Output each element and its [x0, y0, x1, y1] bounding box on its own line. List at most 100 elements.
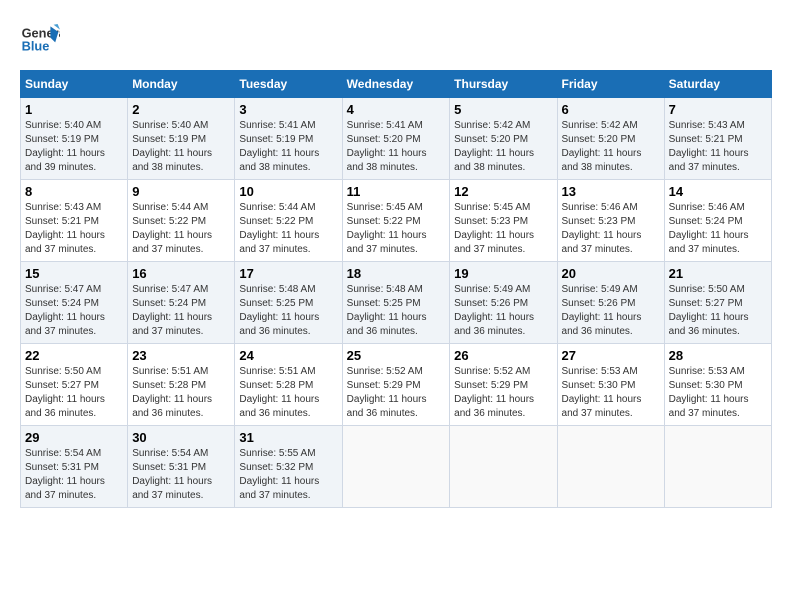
day-info: Sunrise: 5:43 AMSunset: 5:21 PMDaylight:… [25, 201, 123, 257]
day-info: Sunrise: 5:47 AMSunset: 5:24 PMDaylight:… [132, 283, 230, 339]
calendar-cell: 24 Sunrise: 5:51 AMSunset: 5:28 PMDaylig… [235, 344, 342, 426]
day-number: 30 [132, 430, 230, 445]
calendar-cell: 28 Sunrise: 5:53 AMSunset: 5:30 PMDaylig… [664, 344, 771, 426]
calendar-cell: 1 Sunrise: 5:40 AMSunset: 5:19 PMDayligh… [21, 98, 128, 180]
day-info: Sunrise: 5:43 AMSunset: 5:21 PMDaylight:… [669, 119, 767, 175]
day-number: 11 [347, 184, 446, 199]
calendar-cell: 30 Sunrise: 5:54 AMSunset: 5:31 PMDaylig… [128, 426, 235, 508]
day-number: 3 [239, 102, 337, 117]
calendar-cell: 26 Sunrise: 5:52 AMSunset: 5:29 PMDaylig… [450, 344, 557, 426]
weekday-header-wednesday: Wednesday [342, 71, 450, 98]
day-info: Sunrise: 5:42 AMSunset: 5:20 PMDaylight:… [562, 119, 660, 175]
day-info: Sunrise: 5:47 AMSunset: 5:24 PMDaylight:… [25, 283, 123, 339]
logo: General Blue [20, 20, 65, 60]
day-number: 29 [25, 430, 123, 445]
day-info: Sunrise: 5:55 AMSunset: 5:32 PMDaylight:… [239, 447, 337, 503]
calendar-cell: 19 Sunrise: 5:49 AMSunset: 5:26 PMDaylig… [450, 262, 557, 344]
calendar-cell: 29 Sunrise: 5:54 AMSunset: 5:31 PMDaylig… [21, 426, 128, 508]
day-number: 5 [454, 102, 552, 117]
calendar-table: SundayMondayTuesdayWednesdayThursdayFrid… [20, 70, 772, 508]
weekday-header-saturday: Saturday [664, 71, 771, 98]
day-info: Sunrise: 5:42 AMSunset: 5:20 PMDaylight:… [454, 119, 552, 175]
calendar-week-3: 15 Sunrise: 5:47 AMSunset: 5:24 PMDaylig… [21, 262, 772, 344]
day-number: 22 [25, 348, 123, 363]
calendar-cell: 23 Sunrise: 5:51 AMSunset: 5:28 PMDaylig… [128, 344, 235, 426]
day-info: Sunrise: 5:46 AMSunset: 5:24 PMDaylight:… [669, 201, 767, 257]
day-number: 4 [347, 102, 446, 117]
day-info: Sunrise: 5:48 AMSunset: 5:25 PMDaylight:… [239, 283, 337, 339]
calendar-cell: 17 Sunrise: 5:48 AMSunset: 5:25 PMDaylig… [235, 262, 342, 344]
calendar-cell: 12 Sunrise: 5:45 AMSunset: 5:23 PMDaylig… [450, 180, 557, 262]
calendar-cell: 27 Sunrise: 5:53 AMSunset: 5:30 PMDaylig… [557, 344, 664, 426]
calendar-cell: 25 Sunrise: 5:52 AMSunset: 5:29 PMDaylig… [342, 344, 450, 426]
calendar-cell [342, 426, 450, 508]
day-info: Sunrise: 5:54 AMSunset: 5:31 PMDaylight:… [132, 447, 230, 503]
day-number: 24 [239, 348, 337, 363]
day-info: Sunrise: 5:45 AMSunset: 5:22 PMDaylight:… [347, 201, 446, 257]
calendar-cell: 13 Sunrise: 5:46 AMSunset: 5:23 PMDaylig… [557, 180, 664, 262]
calendar-cell: 14 Sunrise: 5:46 AMSunset: 5:24 PMDaylig… [664, 180, 771, 262]
day-number: 9 [132, 184, 230, 199]
calendar-week-4: 22 Sunrise: 5:50 AMSunset: 5:27 PMDaylig… [21, 344, 772, 426]
day-info: Sunrise: 5:52 AMSunset: 5:29 PMDaylight:… [347, 365, 446, 421]
day-number: 15 [25, 266, 123, 281]
logo-icon: General Blue [20, 20, 60, 60]
day-number: 23 [132, 348, 230, 363]
day-number: 12 [454, 184, 552, 199]
day-number: 25 [347, 348, 446, 363]
day-info: Sunrise: 5:53 AMSunset: 5:30 PMDaylight:… [669, 365, 767, 421]
day-info: Sunrise: 5:45 AMSunset: 5:23 PMDaylight:… [454, 201, 552, 257]
day-number: 13 [562, 184, 660, 199]
day-number: 1 [25, 102, 123, 117]
day-number: 8 [25, 184, 123, 199]
day-number: 31 [239, 430, 337, 445]
calendar-cell: 2 Sunrise: 5:40 AMSunset: 5:19 PMDayligh… [128, 98, 235, 180]
day-info: Sunrise: 5:41 AMSunset: 5:20 PMDaylight:… [347, 119, 446, 175]
weekday-header-tuesday: Tuesday [235, 71, 342, 98]
day-info: Sunrise: 5:40 AMSunset: 5:19 PMDaylight:… [132, 119, 230, 175]
calendar-cell: 10 Sunrise: 5:44 AMSunset: 5:22 PMDaylig… [235, 180, 342, 262]
calendar-cell: 20 Sunrise: 5:49 AMSunset: 5:26 PMDaylig… [557, 262, 664, 344]
day-number: 7 [669, 102, 767, 117]
day-number: 14 [669, 184, 767, 199]
calendar-cell: 7 Sunrise: 5:43 AMSunset: 5:21 PMDayligh… [664, 98, 771, 180]
weekday-header-thursday: Thursday [450, 71, 557, 98]
calendar-cell: 5 Sunrise: 5:42 AMSunset: 5:20 PMDayligh… [450, 98, 557, 180]
day-info: Sunrise: 5:49 AMSunset: 5:26 PMDaylight:… [562, 283, 660, 339]
calendar-week-2: 8 Sunrise: 5:43 AMSunset: 5:21 PMDayligh… [21, 180, 772, 262]
weekday-header-friday: Friday [557, 71, 664, 98]
day-info: Sunrise: 5:40 AMSunset: 5:19 PMDaylight:… [25, 119, 123, 175]
day-info: Sunrise: 5:44 AMSunset: 5:22 PMDaylight:… [239, 201, 337, 257]
weekday-header-sunday: Sunday [21, 71, 128, 98]
day-number: 28 [669, 348, 767, 363]
day-info: Sunrise: 5:52 AMSunset: 5:29 PMDaylight:… [454, 365, 552, 421]
day-info: Sunrise: 5:44 AMSunset: 5:22 PMDaylight:… [132, 201, 230, 257]
calendar-cell: 9 Sunrise: 5:44 AMSunset: 5:22 PMDayligh… [128, 180, 235, 262]
day-number: 27 [562, 348, 660, 363]
calendar-week-5: 29 Sunrise: 5:54 AMSunset: 5:31 PMDaylig… [21, 426, 772, 508]
day-number: 26 [454, 348, 552, 363]
calendar-cell: 8 Sunrise: 5:43 AMSunset: 5:21 PMDayligh… [21, 180, 128, 262]
day-info: Sunrise: 5:51 AMSunset: 5:28 PMDaylight:… [239, 365, 337, 421]
day-number: 17 [239, 266, 337, 281]
day-number: 2 [132, 102, 230, 117]
calendar-cell: 3 Sunrise: 5:41 AMSunset: 5:19 PMDayligh… [235, 98, 342, 180]
day-number: 10 [239, 184, 337, 199]
calendar-cell [664, 426, 771, 508]
calendar-cell: 4 Sunrise: 5:41 AMSunset: 5:20 PMDayligh… [342, 98, 450, 180]
calendar-cell: 22 Sunrise: 5:50 AMSunset: 5:27 PMDaylig… [21, 344, 128, 426]
calendar-cell: 21 Sunrise: 5:50 AMSunset: 5:27 PMDaylig… [664, 262, 771, 344]
day-number: 21 [669, 266, 767, 281]
day-number: 19 [454, 266, 552, 281]
calendar-cell: 15 Sunrise: 5:47 AMSunset: 5:24 PMDaylig… [21, 262, 128, 344]
day-info: Sunrise: 5:54 AMSunset: 5:31 PMDaylight:… [25, 447, 123, 503]
day-number: 16 [132, 266, 230, 281]
day-info: Sunrise: 5:48 AMSunset: 5:25 PMDaylight:… [347, 283, 446, 339]
day-info: Sunrise: 5:50 AMSunset: 5:27 PMDaylight:… [669, 283, 767, 339]
day-info: Sunrise: 5:51 AMSunset: 5:28 PMDaylight:… [132, 365, 230, 421]
calendar-cell [450, 426, 557, 508]
calendar-cell: 16 Sunrise: 5:47 AMSunset: 5:24 PMDaylig… [128, 262, 235, 344]
day-number: 20 [562, 266, 660, 281]
calendar-cell: 18 Sunrise: 5:48 AMSunset: 5:25 PMDaylig… [342, 262, 450, 344]
day-info: Sunrise: 5:50 AMSunset: 5:27 PMDaylight:… [25, 365, 123, 421]
